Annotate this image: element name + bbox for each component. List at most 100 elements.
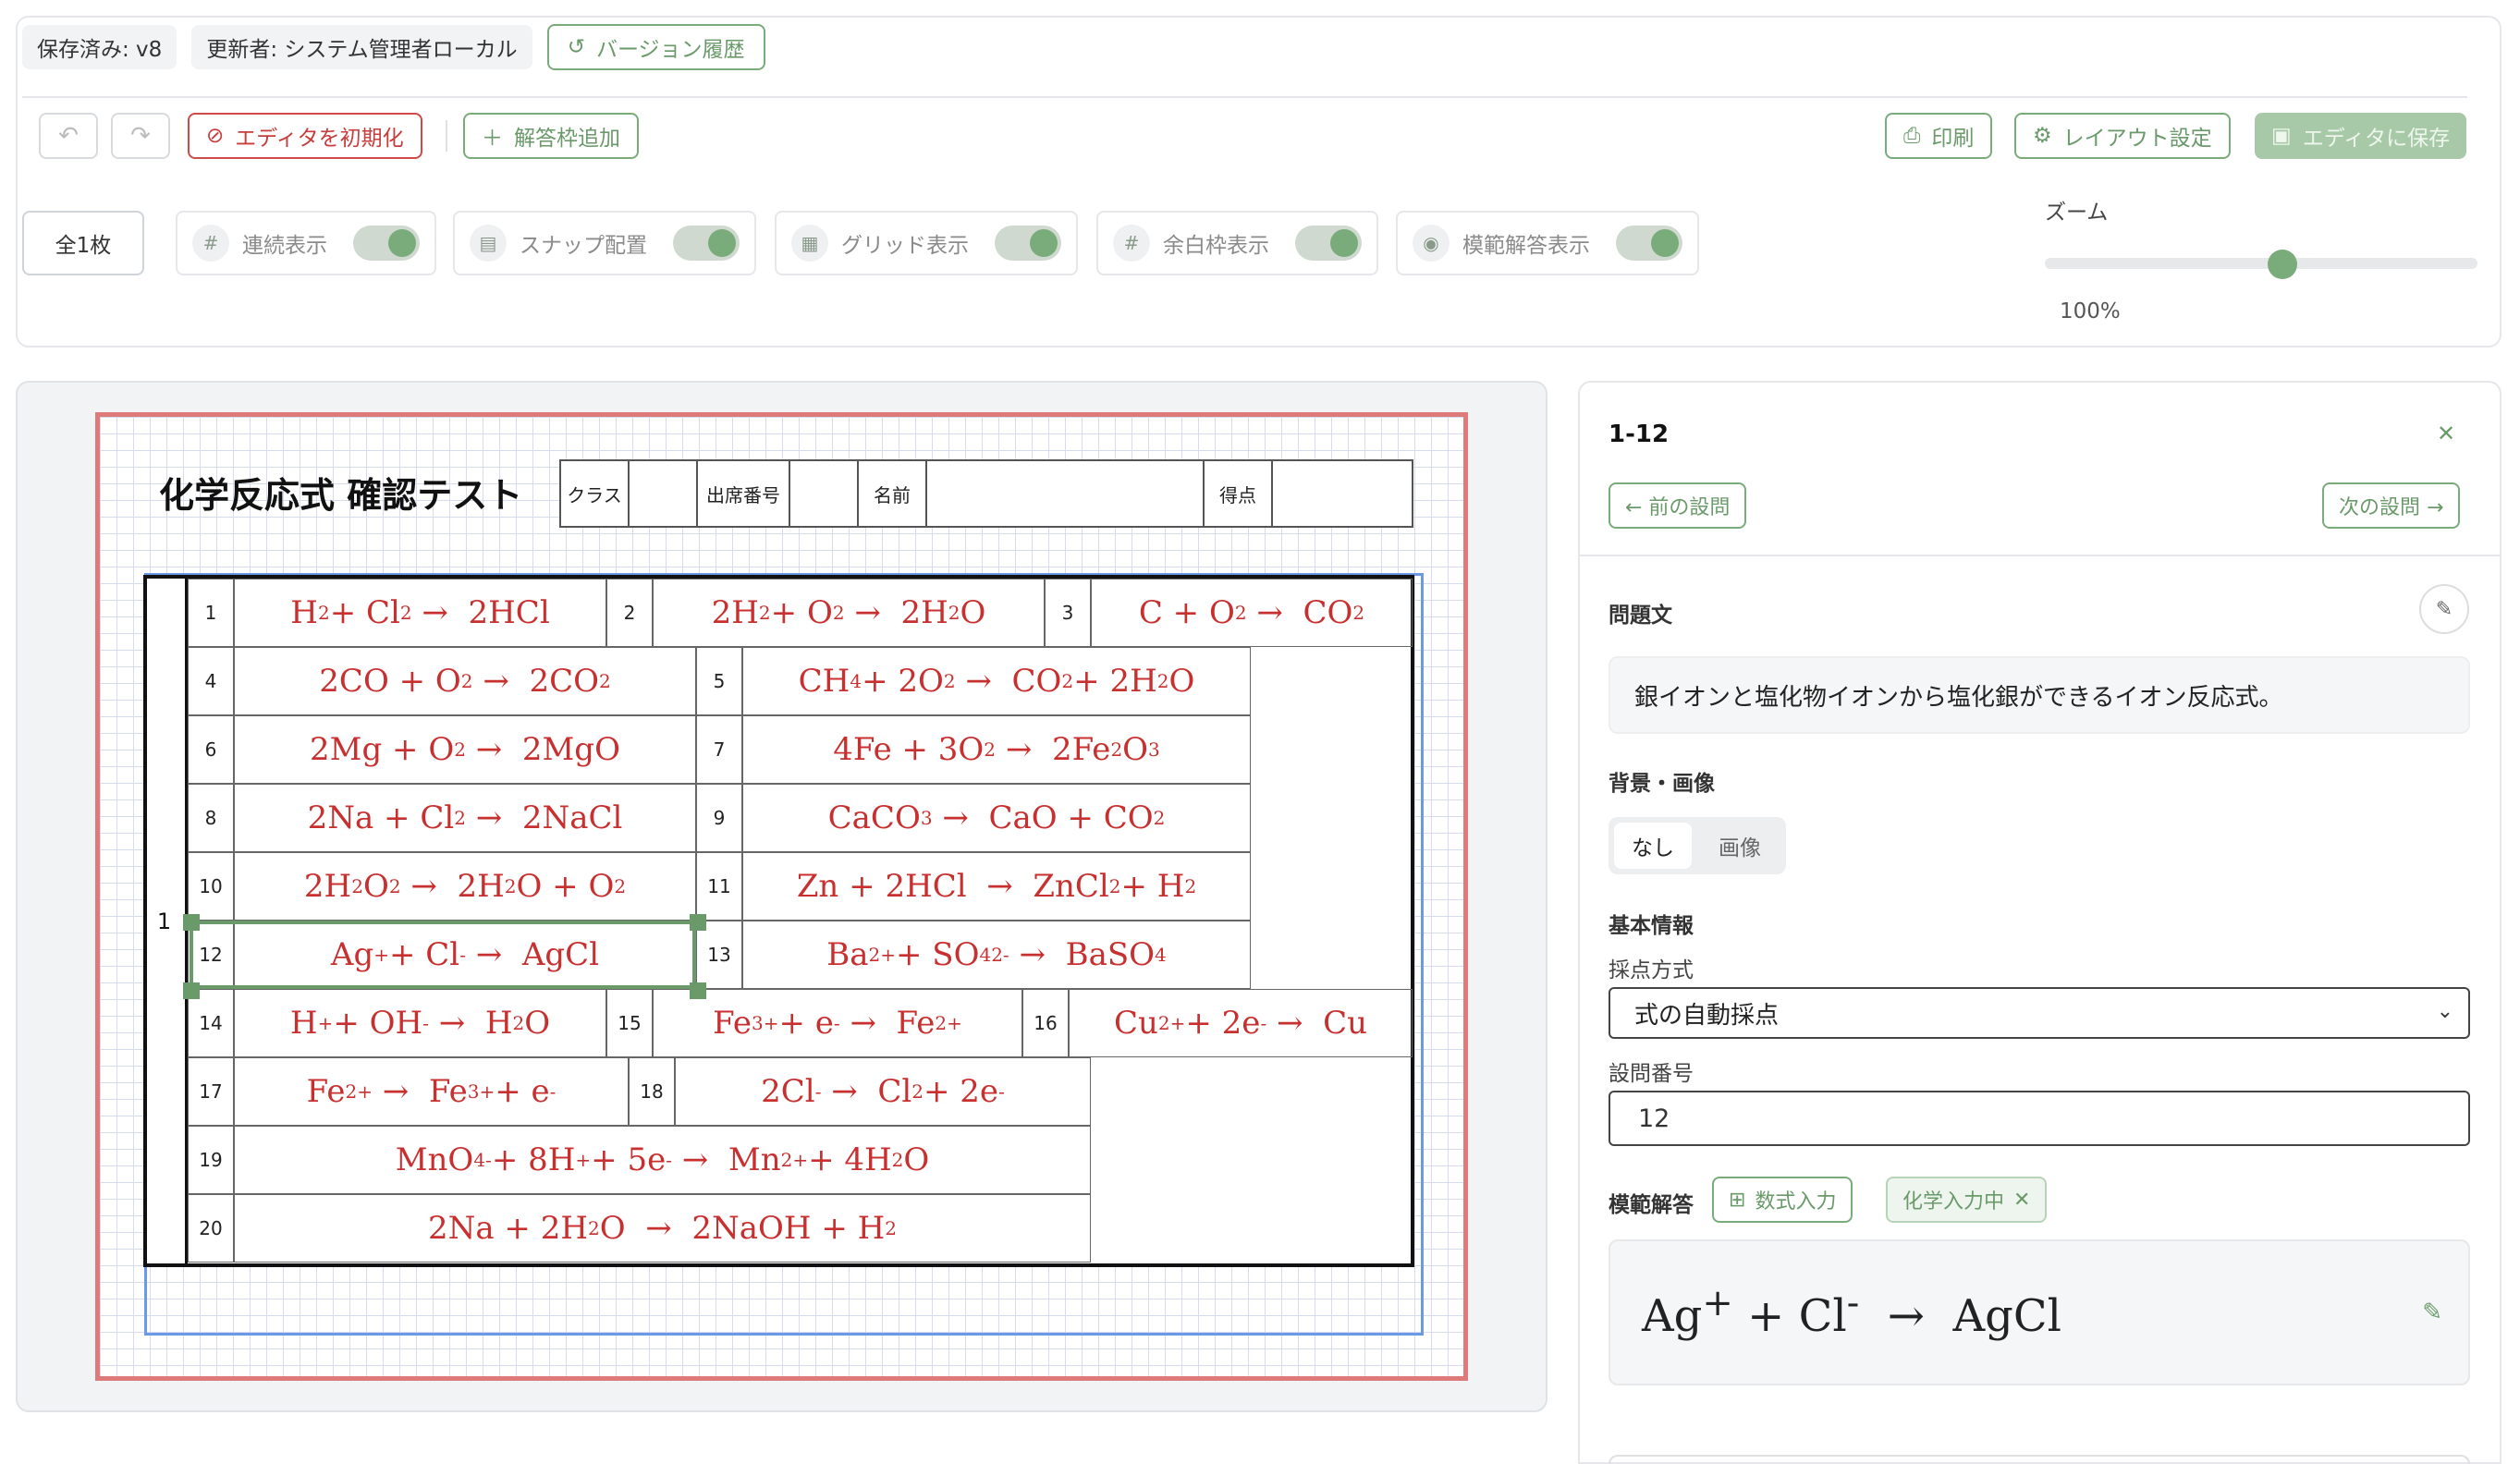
question-number-cell: 4	[188, 647, 234, 715]
eye-icon: ◉	[1413, 225, 1450, 262]
toggle-model-answer[interactable]: ◉ 模範解答表示	[1396, 211, 1699, 275]
resize-handle[interactable]	[690, 914, 706, 931]
answer-box-q18[interactable]: 2Cl - → Cl 2 + 2e -	[675, 1057, 1091, 1126]
student-info-table: クラス 出席番号 名前 得点	[559, 459, 1413, 528]
scoring-method-value: 式の自動採点	[1634, 1001, 1780, 1030]
question-number-cell: 2	[606, 579, 653, 647]
question-number-cell: 16	[1022, 989, 1069, 1057]
question-number-cell: 7	[696, 715, 742, 784]
gear-icon: ⚙	[2033, 124, 2052, 148]
toggle-snap[interactable]: ▤ スナップ配置	[453, 211, 756, 275]
version-history-button[interactable]: ↺ バージョン履歴	[546, 24, 765, 70]
add-answer-box-button[interactable]: ＋ 解答枠追加	[463, 113, 639, 159]
chem-input-label: 化学入力中	[1902, 1190, 2005, 1214]
model-answer-box[interactable]: Ag+ + Cl- → AgCl ✎	[1609, 1239, 2470, 1385]
prev-question-button[interactable]: ← 前の設問	[1609, 482, 1747, 529]
info-label-score: 得点	[1205, 461, 1273, 526]
undo-icon: ↶	[58, 122, 79, 150]
answer-box-q9[interactable]: CaCO 3 → CaO + CO 2	[742, 784, 1251, 852]
zoom-value: 100%	[2060, 299, 2121, 323]
layout-settings-button[interactable]: ⚙ レイアウト設定	[2014, 113, 2231, 159]
toggle-margin-switch[interactable]	[1295, 226, 1362, 261]
save-editor-label: エディタに保存	[2302, 127, 2451, 151]
formula-input-label: 数式入力	[1755, 1190, 1837, 1214]
question-number-cell: 20	[188, 1194, 234, 1263]
panel-title: 1-12	[1609, 421, 1670, 448]
question-number-cell: 5	[696, 647, 742, 715]
pencil-icon[interactable]: ✎	[2422, 1299, 2442, 1326]
chem-input-chip[interactable]: 化学入力中 ✕	[1886, 1177, 2048, 1223]
close-icon[interactable]: ✕	[2013, 1189, 2030, 1212]
saved-version-chip: 保存済み: v8	[22, 25, 177, 69]
answer-box-q3[interactable]: C + O2 → CO 2	[1091, 579, 1413, 647]
question-number-cell: 6	[188, 715, 234, 784]
answer-box-q5[interactable]: CH 4 + 2O 2 → CO 2 + 2H 2 O	[742, 647, 1251, 715]
info-value-class[interactable]	[630, 461, 698, 526]
selected-answer-box[interactable]	[183, 914, 706, 999]
toggle-margin[interactable]: # 余白枠表示	[1096, 211, 1378, 275]
info-label-name: 名前	[859, 461, 927, 526]
answer-box-q13[interactable]: Ba 2+ + SO 4 2- → BaSO 4	[742, 921, 1251, 989]
toggle-margin-label: 余白枠表示	[1163, 234, 1269, 258]
bg-image-option[interactable]: 画像	[1701, 823, 1779, 869]
answer-box-q4[interactable]: 2CO + O2 → 2CO 2	[234, 647, 696, 715]
toggle-snap-switch[interactable]	[673, 226, 740, 261]
answer-box-q8[interactable]: 2Na + Cl 2 → 2NaCl	[234, 784, 696, 852]
info-value-score[interactable]	[1273, 461, 1412, 526]
next-question-button[interactable]: 次の設問 →	[2322, 482, 2461, 529]
answer-box-q6[interactable]: 2Mg + O2 → 2MgO	[234, 715, 696, 784]
answer-box-q7[interactable]: 4Fe + 3O 2 → 2Fe 2 O 3	[742, 715, 1251, 784]
question-number-cell: 9	[696, 784, 742, 852]
info-value-name[interactable]	[927, 461, 1205, 526]
question-text-value: 銀イオンと塩化物イオンから塩化銀ができるイオン反応式。	[1634, 683, 2283, 712]
scoring-method-select[interactable]: 式の自動採点 ⌄	[1609, 987, 2470, 1039]
question-number-cell: 11	[696, 852, 742, 921]
answer-box-q20[interactable]: 2Na + 2H 2 O → 2NaOH + H2	[234, 1194, 1091, 1263]
toolbar-divider	[22, 96, 2467, 98]
resize-handle[interactable]	[690, 982, 706, 999]
answer-box-q19[interactable]: MnO 4- + 8H + + 5e - → Mn 2+ + 4H 2 O	[234, 1126, 1091, 1194]
edit-question-button[interactable]: ✎	[2419, 584, 2469, 634]
info-value-seat[interactable]	[790, 461, 859, 526]
question-text-field[interactable]: 銀イオンと塩化物イオンから塩化銀ができるイオン反応式。	[1609, 656, 2470, 734]
resize-handle[interactable]	[183, 982, 200, 999]
model-answer-label: 模範解答	[1609, 1193, 1694, 1217]
toggle-grid[interactable]: ▦ グリッド表示	[775, 211, 1078, 275]
switch-knob	[708, 229, 736, 257]
resize-handle[interactable]	[183, 914, 200, 931]
zoom-slider-track[interactable]	[2045, 258, 2477, 269]
save-editor-button[interactable]: ▣ エディタに保存	[2255, 113, 2467, 159]
answer-box-q10[interactable]: 2H 2 O 2 → 2H 2 O + O2	[234, 852, 696, 921]
print-button[interactable]: ⎙ 印刷	[1885, 113, 1993, 159]
toggle-continuous-label: 連続表示	[242, 234, 327, 258]
bg-none-option[interactable]: なし	[1614, 823, 1692, 869]
undo-button[interactable]: ↶	[39, 113, 98, 159]
reset-editor-button[interactable]: ⊘ エディタを初期化	[188, 113, 422, 159]
question-number-cell: 15	[606, 989, 653, 1057]
page-count-button[interactable]: 全1枚	[22, 211, 144, 275]
toggle-continuous[interactable]: # 連続表示	[176, 211, 436, 275]
close-icon[interactable]: ✕	[2437, 421, 2455, 446]
toggle-model-answer-switch[interactable]	[1616, 226, 1682, 261]
answer-box-q2[interactable]: 2H 2 + O2 → 2H 2 O	[653, 579, 1045, 647]
redo-icon: ↷	[130, 122, 151, 150]
formula-icon: ⊞	[1729, 1188, 1746, 1212]
save-icon: ▣	[2271, 124, 2292, 148]
switch-knob	[1330, 229, 1358, 257]
answer-box-q17[interactable]: Fe 2+ → Fe 3+ + e-	[234, 1057, 629, 1126]
toggle-continuous-switch[interactable]	[353, 226, 420, 261]
page-count-label: 全1枚	[55, 234, 112, 258]
answer-box-q15[interactable]: Fe 3+ + e- → Fe 2+	[653, 989, 1022, 1057]
answer-box-q16[interactable]: Cu 2+ + 2e - → Cu	[1069, 989, 1413, 1057]
formula-input-button[interactable]: ⊞ 数式入力	[1712, 1177, 1853, 1223]
redo-button[interactable]: ↷	[111, 113, 170, 159]
toggle-grid-switch[interactable]	[995, 226, 1061, 261]
question-number-cell: 1	[188, 579, 234, 647]
answer-box-q1[interactable]: H2 + Cl 2 → 2HCl	[234, 579, 606, 647]
question-number-cell: 17	[188, 1057, 234, 1126]
question-number-input[interactable]: 12	[1609, 1091, 2470, 1146]
answer-box-q11[interactable]: Zn + 2HCl → ZnCl 2 + H2	[742, 852, 1251, 921]
question-number-cell: 8	[188, 784, 234, 852]
answer-box-q14[interactable]: H + + OH - → H2O	[234, 989, 606, 1057]
chevron-down-icon: ⌄	[2436, 1000, 2453, 1023]
